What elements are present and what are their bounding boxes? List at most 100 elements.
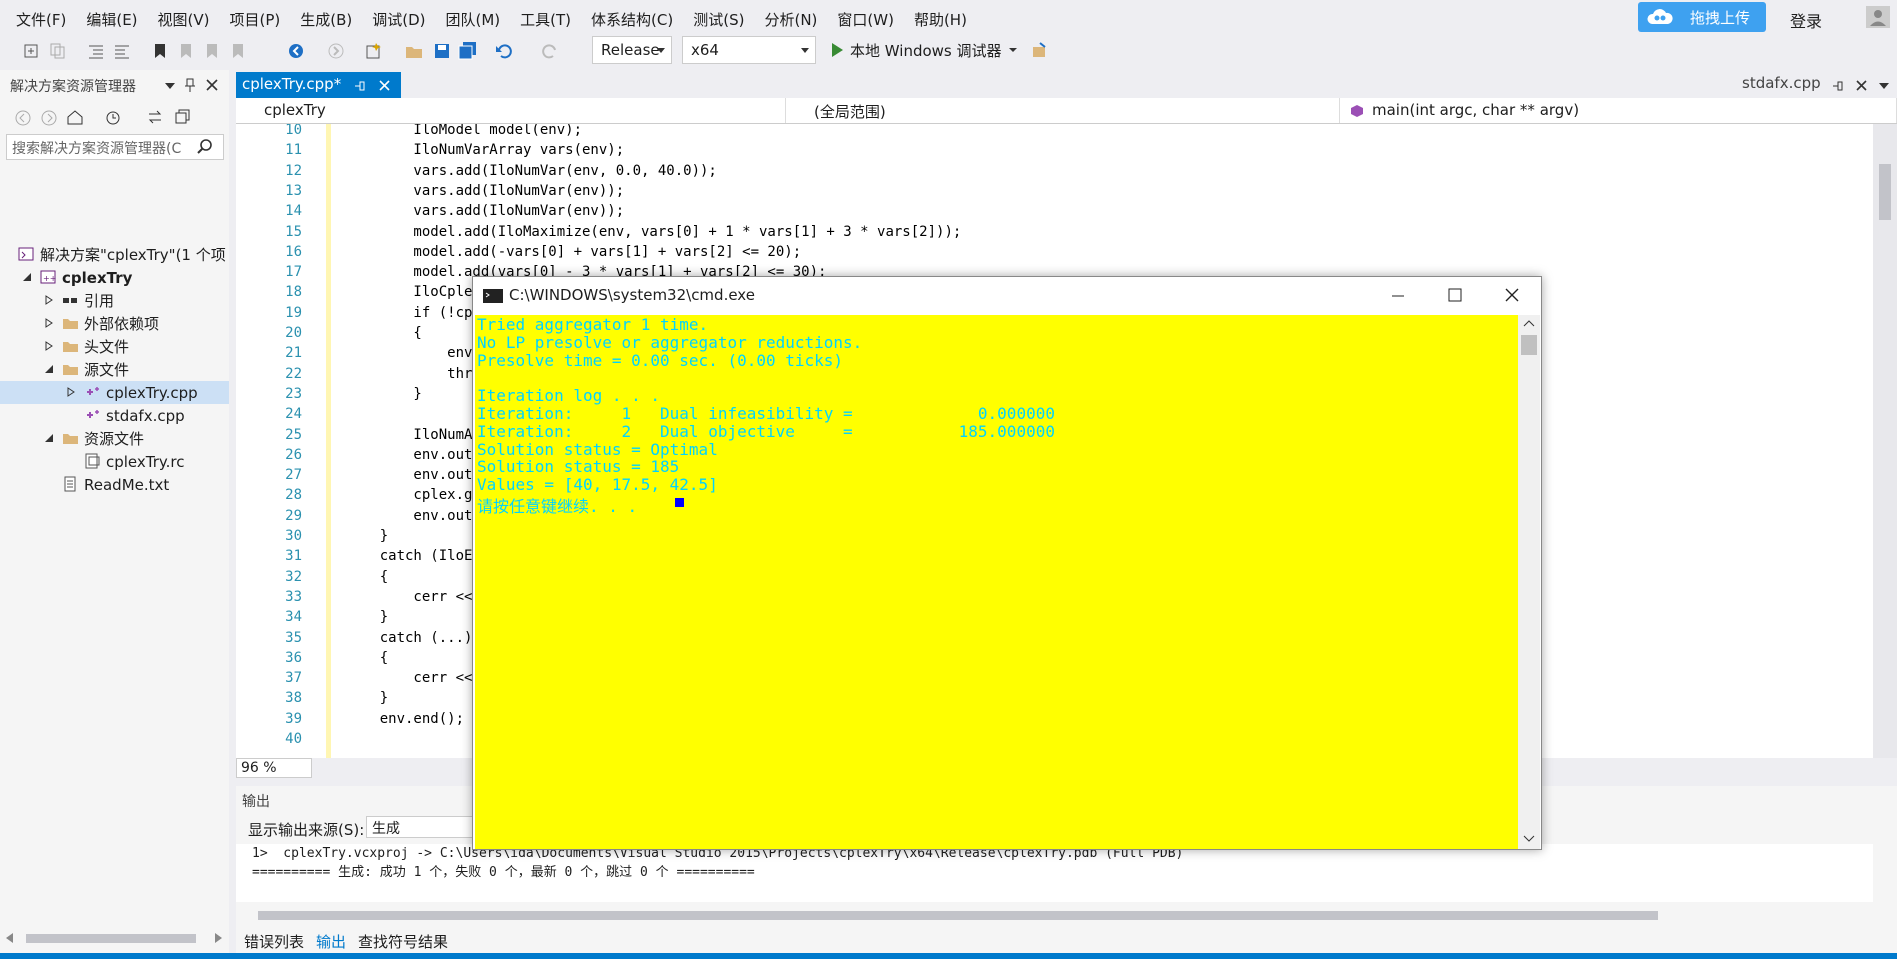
pin-icon[interactable] (184, 78, 196, 92)
tree-item[interactable]: 头文件 (0, 335, 229, 358)
pin-icon[interactable] (354, 80, 366, 92)
forward-icon[interactable] (40, 109, 58, 127)
maximize-icon[interactable] (1448, 288, 1462, 302)
indent-icon[interactable] (86, 42, 106, 60)
scroll-right-icon[interactable] (214, 933, 222, 943)
config-select[interactable]: Release (592, 36, 672, 64)
collapsed-triangle-icon[interactable] (44, 295, 54, 305)
scope-select[interactable]: (全局范围) (790, 98, 1340, 123)
scroll-thumb[interactable] (258, 911, 1658, 920)
tree-item[interactable]: 外部依赖项 (0, 312, 229, 335)
tree-item[interactable]: stdafx.cpp (0, 404, 229, 427)
user-icon[interactable] (1866, 6, 1890, 28)
scroll-thumb[interactable] (1879, 164, 1891, 220)
scroll-thumb[interactable] (26, 934, 196, 943)
scroll-left-icon[interactable] (6, 933, 14, 943)
undo-icon[interactable] (494, 42, 514, 60)
navigate-forward-icon[interactable] (326, 42, 346, 60)
new-project-icon[interactable] (22, 42, 42, 60)
menu-item[interactable]: 生成(B) (290, 7, 362, 32)
upload-button[interactable]: 拖拽上传 (1638, 2, 1766, 32)
navigate-back-icon[interactable] (286, 42, 306, 60)
minimize-icon[interactable] (1391, 290, 1405, 302)
line-number: 15 (285, 223, 302, 240)
open-file-icon[interactable] (404, 42, 424, 60)
chevron-down-icon[interactable] (164, 80, 176, 92)
tab-error-list[interactable]: 错误列表 (244, 931, 304, 952)
close-icon[interactable] (1856, 80, 1867, 91)
scroll-thumb[interactable] (1521, 335, 1537, 355)
start-debugger-button[interactable]: 本地 Windows 调试器 (830, 36, 1018, 64)
menu-item[interactable]: 视图(V) (148, 7, 220, 32)
sync-icon[interactable] (146, 108, 164, 126)
tree-item[interactable]: cplexTry.rc (0, 450, 229, 473)
horizontal-scrollbar[interactable] (236, 906, 1897, 924)
menu-item[interactable]: 项目(P) (220, 7, 291, 32)
menu-item[interactable]: 工具(T) (510, 7, 581, 32)
save-icon[interactable] (432, 42, 452, 60)
pin-icon[interactable] (1832, 80, 1844, 92)
horizontal-scrollbar[interactable] (6, 928, 224, 948)
collapsed-triangle-icon[interactable] (44, 341, 54, 351)
menu-item[interactable]: 文件(F) (6, 7, 76, 32)
menu-item[interactable]: 分析(N) (754, 7, 827, 32)
menu-item[interactable]: 窗口(W) (827, 7, 904, 32)
close-icon[interactable] (379, 80, 390, 91)
menu-item[interactable]: 测试(S) (683, 7, 754, 32)
cmd-vertical-scrollbar[interactable] (1518, 315, 1540, 849)
tab-stdafx-cpp[interactable]: stdafx.cpp (1742, 74, 1821, 92)
console-line: Presolve time = 0.00 sec. (0.00 ticks) (477, 350, 844, 370)
editor-vertical-scrollbar[interactable] (1873, 124, 1897, 758)
scroll-up-icon[interactable] (1523, 319, 1535, 327)
redo-icon[interactable] (540, 42, 560, 60)
tree-item[interactable]: 引用 (0, 289, 229, 312)
solution-search-input[interactable]: 搜索解决方案资源管理器(C (6, 134, 224, 160)
expanded-triangle-icon[interactable] (44, 364, 54, 374)
login-link[interactable]: 登录 (1790, 8, 1822, 32)
outdent-icon[interactable] (112, 42, 132, 60)
output-source-select[interactable]: 生成 (366, 816, 476, 838)
prev-bookmark-icon[interactable] (176, 42, 196, 60)
next-bookmark-icon[interactable] (202, 42, 222, 60)
tree-item[interactable]: ReadMe.txt (0, 473, 229, 496)
menu-item[interactable]: 编辑(E) (76, 7, 147, 32)
copy-icon[interactable] (48, 42, 68, 60)
collapsed-triangle-icon[interactable] (44, 318, 54, 328)
expanded-triangle-icon[interactable] (44, 433, 54, 443)
platform-select[interactable]: x64 (682, 36, 816, 64)
cmd-titlebar[interactable]: C:\WINDOWS\system32\cmd.exe (473, 277, 1541, 315)
zoom-select[interactable]: 96 % (236, 758, 312, 778)
project-select[interactable]: cplexTry (236, 98, 786, 123)
tree-item[interactable]: 源文件 (0, 358, 229, 381)
save-all-icon[interactable] (458, 42, 478, 60)
menu-item[interactable]: 团队(M) (436, 7, 511, 32)
tree-item[interactable]: ++ cplexTry (0, 266, 229, 289)
tree-item[interactable]: 资源文件 (0, 427, 229, 450)
clear-bookmarks-icon[interactable] (228, 42, 248, 60)
home-icon[interactable] (66, 108, 84, 126)
tab-find-symbol-results[interactable]: 查找符号结果 (358, 931, 448, 952)
expanded-triangle-icon[interactable] (22, 272, 32, 282)
close-icon[interactable] (206, 79, 218, 91)
search-icon[interactable] (197, 139, 213, 155)
menu-item[interactable]: 调试(D) (362, 7, 435, 32)
tab-cplextry-cpp[interactable]: cplexTry.cpp* (236, 72, 401, 98)
history-icon[interactable] (104, 108, 122, 126)
chevron-down-icon[interactable] (1878, 80, 1890, 92)
tree-item[interactable]: cplexTry.cpp (0, 381, 229, 404)
new-item-icon[interactable] (364, 42, 384, 60)
tab-output[interactable]: 输出 (316, 931, 346, 952)
tree-item[interactable]: 解决方案"cplexTry"(1 个项 (0, 243, 229, 266)
collapsed-triangle-icon[interactable] (66, 387, 76, 397)
cmd-console[interactable]: Tried aggregator 1 time. No LP presolve o… (475, 315, 1518, 849)
attach-icon[interactable] (1030, 42, 1050, 60)
bookmark-icon[interactable] (150, 42, 170, 60)
close-icon[interactable] (1505, 288, 1519, 302)
back-icon[interactable] (14, 109, 32, 127)
scroll-down-icon[interactable] (1523, 835, 1535, 843)
collapse-all-icon[interactable] (174, 108, 192, 126)
menu-item[interactable]: 帮助(H) (904, 7, 977, 32)
function-select[interactable]: main(int argc, char ** argv) (1344, 98, 1897, 123)
cmd-window[interactable]: C:\WINDOWS\system32\cmd.exe Tried aggreg… (472, 276, 1542, 850)
menu-item[interactable]: 体系结构(C) (581, 7, 683, 32)
